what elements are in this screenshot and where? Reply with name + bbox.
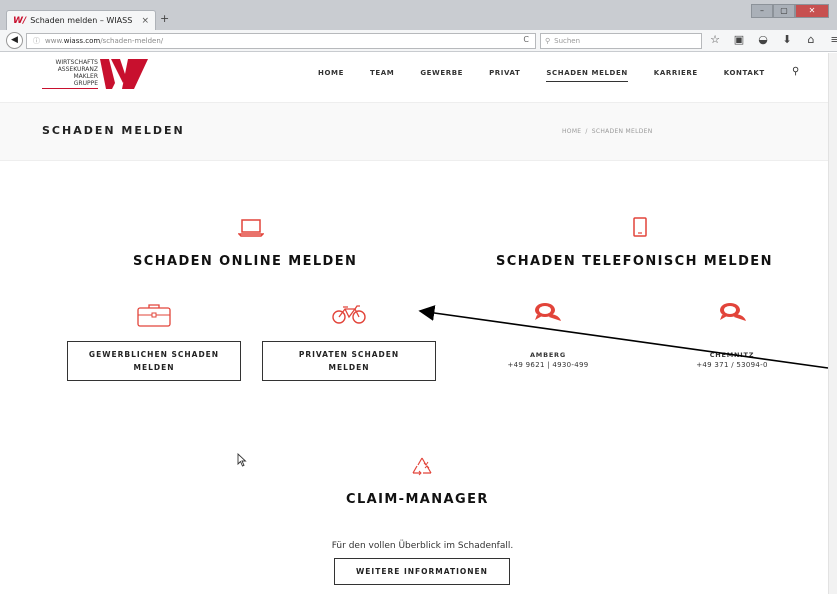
mouse-cursor-icon	[237, 453, 247, 467]
annotation-arrow-line	[418, 305, 829, 369]
page-scrollbar[interactable]	[828, 53, 837, 594]
claim-heading: CLAIM-MANAGER	[346, 492, 489, 507]
claim-description: Für den vollen Überblick im Schadenfall.	[331, 541, 514, 551]
more-info-button[interactable]: WEITERE INFORMATIONEN	[334, 558, 510, 585]
recycle-icon	[412, 457, 432, 476]
